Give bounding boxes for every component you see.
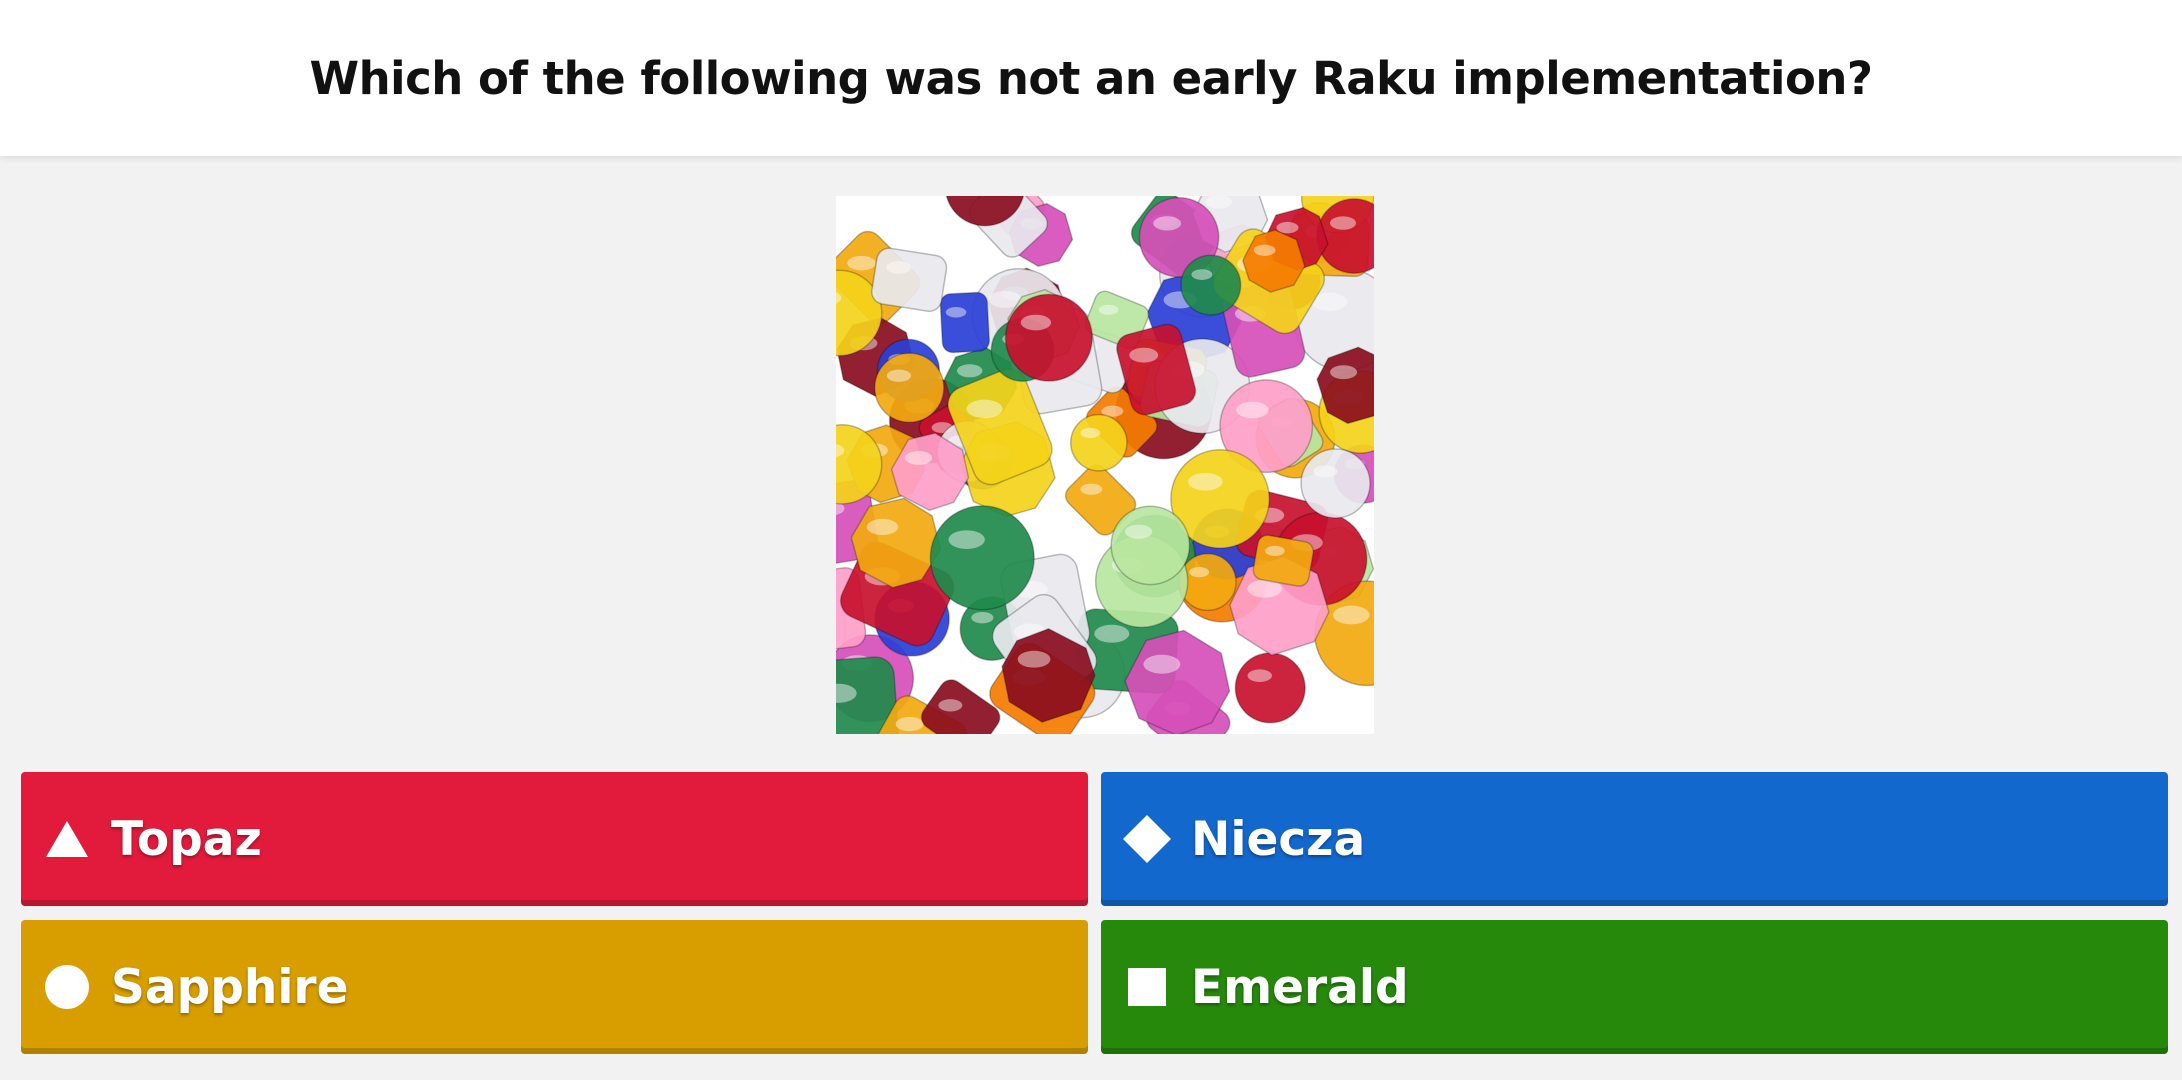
- circle-icon: [43, 963, 91, 1011]
- answer-button-topaz[interactable]: Topaz: [21, 772, 1088, 906]
- gem-highlight: [1153, 216, 1182, 231]
- gem-highlight: [1098, 304, 1119, 315]
- gem-highlight: [966, 399, 1003, 419]
- gem-shape: [1069, 413, 1128, 472]
- question-header: Which of the following was not an early …: [0, 0, 2182, 156]
- gem-highlight: [1188, 472, 1223, 491]
- gem-highlight: [1191, 269, 1213, 280]
- gem-highlight: [1080, 427, 1101, 439]
- gem-highlight: [957, 364, 983, 378]
- answer-label: Niecza: [1191, 811, 1366, 867]
- answer-label: Emerald: [1191, 959, 1409, 1015]
- gem-highlight: [1253, 244, 1276, 256]
- gem-highlight: [1020, 314, 1052, 331]
- answer-button-niecza[interactable]: Niecza: [1101, 772, 2168, 906]
- gem-highlight: [1189, 567, 1210, 578]
- gemstones-image: [836, 196, 1374, 734]
- gem-highlight: [938, 699, 963, 712]
- answer-grid: Topaz Niecza Sapphire Emerald: [21, 772, 2169, 1055]
- gem-shape: [939, 291, 991, 354]
- gem-highlight: [1265, 545, 1285, 556]
- gem-highlight: [1143, 654, 1181, 674]
- answer-button-emerald[interactable]: Emerald: [1101, 920, 2168, 1054]
- question-image: [836, 196, 1374, 734]
- gem-shape: [1004, 293, 1094, 382]
- gem-highlight: [948, 530, 985, 550]
- answer-label: Sapphire: [111, 959, 349, 1015]
- answer-button-sapphire[interactable]: Sapphire: [21, 920, 1088, 1054]
- gem-shape: [1300, 448, 1371, 519]
- gem-highlight: [971, 611, 994, 624]
- gem-shape: [1252, 534, 1315, 587]
- triangle-icon: [43, 815, 91, 863]
- square-icon: [1123, 963, 1171, 1011]
- gem-shape: [871, 247, 948, 313]
- gem-highlight: [1094, 624, 1130, 643]
- question-title: Which of the following was not an early …: [309, 51, 1873, 105]
- gem-highlight: [866, 518, 899, 536]
- gem-highlight: [1329, 216, 1357, 230]
- answer-label: Topaz: [111, 811, 262, 867]
- gem-highlight: [1017, 650, 1051, 668]
- gem-highlight: [1080, 483, 1103, 495]
- gem-highlight: [905, 450, 933, 465]
- gem-highlight: [1236, 401, 1269, 419]
- gem-shape: [1234, 652, 1306, 724]
- gem-highlight: [1129, 347, 1159, 363]
- gem-highlight: [1333, 605, 1370, 625]
- gem-shape: [874, 352, 945, 424]
- gem-highlight: [886, 369, 912, 382]
- gem-shape: [1180, 254, 1242, 316]
- gem-highlight: [886, 261, 911, 274]
- gem-highlight: [847, 255, 876, 271]
- gem-highlight: [1330, 365, 1358, 380]
- gem-highlight: [895, 716, 924, 732]
- diamond-icon: [1123, 815, 1171, 863]
- gem-highlight: [1247, 669, 1272, 682]
- gem-highlight: [1124, 524, 1153, 539]
- gem-highlight: [1313, 465, 1338, 478]
- gem-shape: [1110, 505, 1191, 586]
- gem-highlight: [945, 306, 967, 318]
- gem-shape: [929, 505, 1035, 611]
